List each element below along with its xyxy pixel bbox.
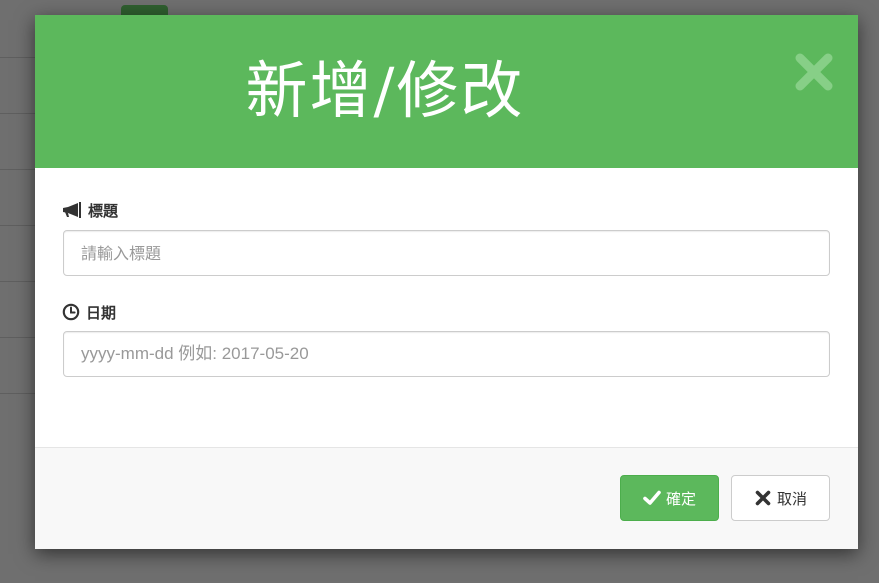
modal-title: 新增/修改 [245,54,525,127]
background-divider [0,337,36,338]
background-divider [0,113,36,114]
date-input[interactable] [63,331,830,377]
bullhorn-icon [63,202,81,218]
date-field-label: 日期 [62,301,116,323]
background-divider [0,169,36,170]
edit-modal: 新增/修改 標題 日期 [35,15,858,549]
date-label-text: 日期 [86,303,117,322]
title-field-label: 標題 [62,199,118,221]
cross-icon [755,490,771,506]
cancel-label: 取消 [776,489,807,508]
clock-icon [62,303,80,321]
background-divider [0,393,36,394]
modal-body: 標題 日期 [35,168,858,447]
confirm-label: 確定 [665,489,696,508]
close-button[interactable] [790,48,838,96]
close-icon [795,53,833,91]
modal-header: 新增/修改 [35,15,858,168]
title-label-text: 標題 [88,201,119,220]
background-divider [0,57,36,58]
background-divider [0,225,36,226]
check-icon [643,490,661,505]
title-input[interactable] [63,230,830,276]
confirm-button[interactable]: 確定 [620,475,719,521]
modal-footer: 確定 取消 [35,447,858,549]
background-divider [0,281,36,282]
cancel-button[interactable]: 取消 [731,475,830,521]
